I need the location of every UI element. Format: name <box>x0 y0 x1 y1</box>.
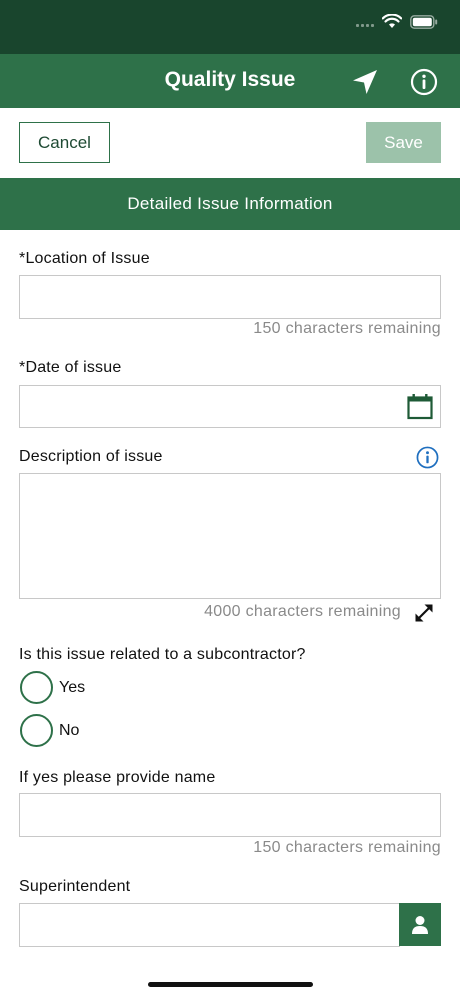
radio-yes[interactable] <box>20 671 53 704</box>
cancel-button[interactable]: Cancel <box>19 122 110 163</box>
location-label-text: Location of Issue <box>25 250 150 267</box>
wifi-icon <box>382 14 402 28</box>
status-icons <box>356 14 438 29</box>
calendar-icon[interactable] <box>407 393 433 420</box>
superintendent-field[interactable] <box>19 903 400 947</box>
radio-no-label[interactable]: No <box>59 722 79 740</box>
location-counter: 150 characters remaining <box>253 320 441 337</box>
save-button[interactable]: Save <box>366 122 441 163</box>
signal-icon <box>356 17 374 27</box>
person-icon <box>412 915 428 934</box>
subcontractor-name-label: If yes please provide name <box>19 769 216 786</box>
nav-bar: Quality Issue <box>0 54 460 108</box>
info-circle-icon[interactable] <box>410 68 438 96</box>
navigation-arrow-icon[interactable] <box>351 68 379 96</box>
battery-icon <box>410 14 438 29</box>
superintendent-picker-button[interactable] <box>399 903 441 946</box>
location-field[interactable] <box>19 275 441 319</box>
superintendent-label: Superintendent <box>19 878 131 895</box>
radio-yes-label[interactable]: Yes <box>59 679 85 697</box>
description-textarea[interactable] <box>19 473 441 599</box>
date-label-text: Date of issue <box>25 359 122 376</box>
section-header: Detailed Issue Information <box>0 178 460 230</box>
subcontractor-name-counter: 150 characters remaining <box>253 839 441 856</box>
date-field[interactable] <box>19 385 441 428</box>
status-bar <box>0 0 460 54</box>
subcontractor-name-field[interactable] <box>19 793 441 837</box>
info-circle-icon[interactable] <box>416 446 439 469</box>
page-title: Quality Issue <box>164 68 296 91</box>
expand-arrows-icon[interactable] <box>412 601 436 625</box>
location-label: *Location of Issue <box>19 250 150 268</box>
date-label: *Date of issue <box>19 359 121 377</box>
description-counter: 4000 characters remaining <box>204 603 401 620</box>
description-label: Description of issue <box>19 448 163 465</box>
home-indicator <box>148 982 313 987</box>
subcontractor-question: Is this issue related to a subcontractor… <box>19 646 306 663</box>
radio-no[interactable] <box>20 714 53 747</box>
